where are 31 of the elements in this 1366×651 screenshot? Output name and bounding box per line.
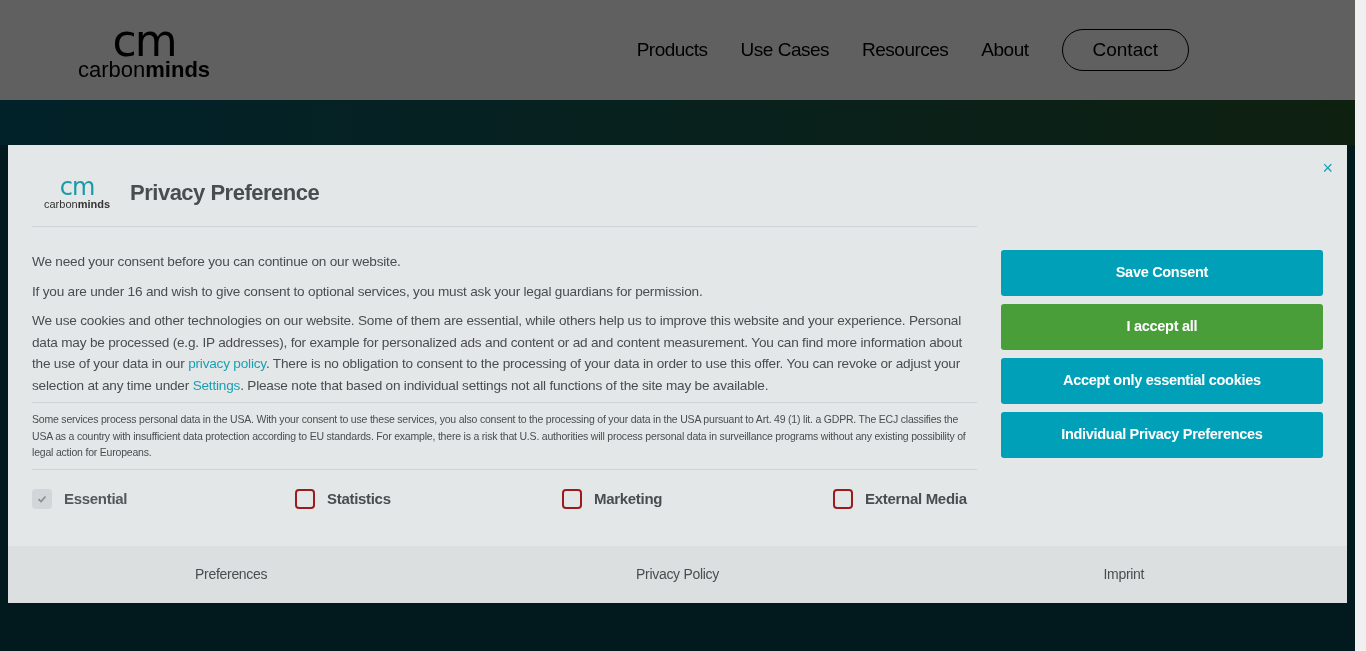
logo-mark: cm xyxy=(59,175,95,199)
check-icon xyxy=(37,493,47,504)
consent-paragraph: We need your consent before you can continue on our website. xyxy=(32,253,402,271)
close-button[interactable]: × xyxy=(1322,159,1333,177)
consent-button[interactable]: Save Consent xyxy=(1000,250,1323,296)
checkbox[interactable] xyxy=(562,488,582,509)
consent-paragraph: If you are under 16 and wish to give consent to optional services, you must ask your legal guardians for permission. xyxy=(32,282,704,301)
logo[interactable]: cm carbonminds xyxy=(44,175,111,210)
footer-link[interactable]: Preferences xyxy=(195,564,268,585)
nav-link[interactable]: Resources xyxy=(862,35,949,65)
logo[interactable]: cm carbonminds xyxy=(78,19,211,81)
consent-button[interactable]: Accept only essential cookies xyxy=(1000,358,1323,404)
consent-button[interactable]: Individual Privacy Preferences xyxy=(1000,412,1323,458)
usa-notice: Some services process personal data in the USA. With your consent to use these services, you also consent to the processing of your data in the USA pursuant to Art. 49 (1) lit. a GDPR. The ECJ classifies the USA as a country with insufficient data protection according to EU standards. For example, there is a risk that U.S. authorities will process personal data in surveillance programs without any existing possibility of legal action for Europeans. xyxy=(32,403,977,470)
consent-paragraph: We use cookies and other technologies on our website. Some of them are essential, while others help us to improve this website and your experience. Personal data may be processed (e.g. IP addresses), for example for personalized ads and content or ad and content measurement. You can find more information about the use of your data in our privacy policy. There is no obligation to consent to the processing of your data in order to use this offer. You can revoke or adjust your selection at any time under Settings. Please note that based on individual settings not all functions of the site may be available. xyxy=(32,312,964,395)
footer-link[interactable]: Privacy Policy xyxy=(636,564,719,585)
nav-link[interactable]: Use Cases xyxy=(740,35,830,65)
category-checkbox[interactable]: Marketing xyxy=(562,487,833,510)
logo-wordmark: carbonminds xyxy=(44,199,111,210)
nav-link[interactable]: About xyxy=(981,35,1029,65)
checkbox[interactable] xyxy=(833,488,853,509)
checkbox[interactable] xyxy=(295,488,315,509)
scrollbar[interactable] xyxy=(1355,0,1366,651)
footer-link[interactable]: Imprint xyxy=(1103,564,1145,585)
category-checkbox[interactable]: External Media xyxy=(833,487,977,510)
text-link[interactable]: privacy policy xyxy=(188,356,266,371)
consent-button[interactable]: I accept all xyxy=(1000,304,1323,350)
nav-link[interactable]: Products xyxy=(636,35,708,65)
logo-wordmark: carbonminds xyxy=(78,59,211,81)
dialog-title: Privacy Preference xyxy=(130,179,320,207)
category-checkbox[interactable]: Statistics xyxy=(295,487,562,510)
